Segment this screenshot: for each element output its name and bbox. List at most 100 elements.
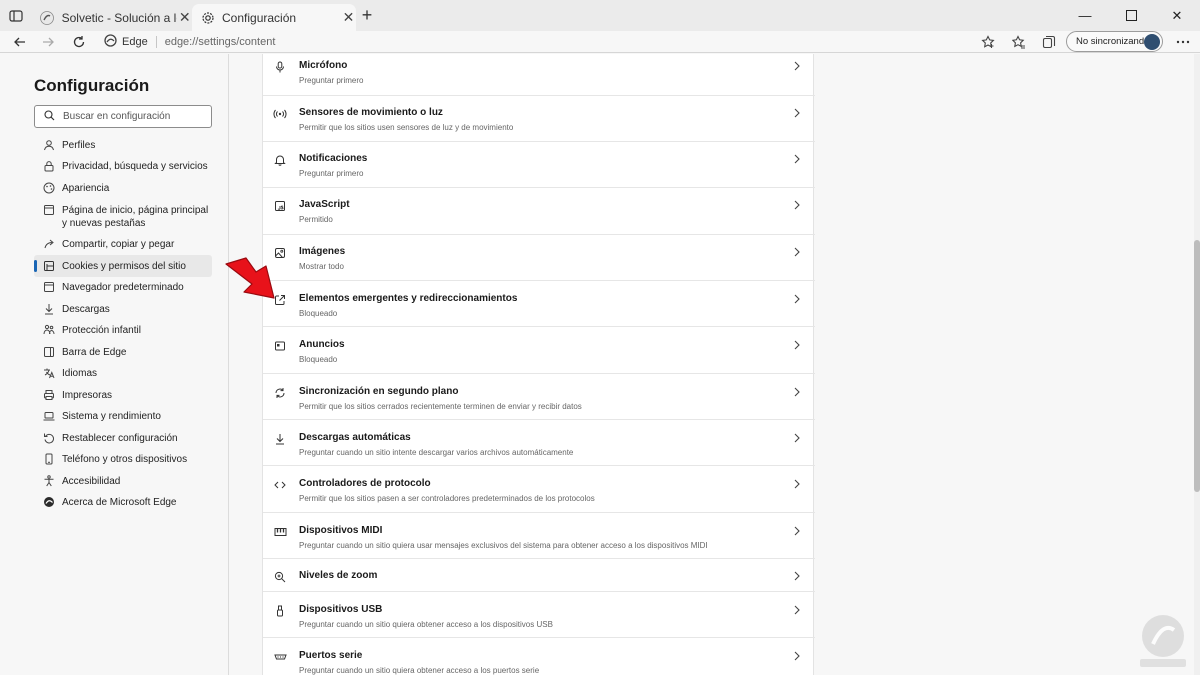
- tab-configuracion[interactable]: Configuración ✕: [192, 4, 356, 31]
- sidebar-item-proteccion-infantil[interactable]: Protección infantil: [34, 324, 212, 337]
- permission-status: Preguntar cuando un sitio quiera obtener…: [299, 666, 540, 675]
- permission-title: Notificaciones: [299, 153, 368, 164]
- sidebar-item-label: Privacidad, búsqueda y servicios: [62, 161, 208, 172]
- sidebar-item-perfiles[interactable]: Perfiles: [34, 139, 212, 152]
- sidebar-item-label: Accesibilidad: [62, 476, 121, 487]
- scrollbar-thumb[interactable]: [1194, 240, 1200, 492]
- chevron-right-icon: [791, 569, 803, 583]
- language-icon: [43, 367, 55, 379]
- sidebar-item-cookies[interactable]: Cookies y permisos del sitio: [34, 255, 212, 277]
- permission-row-sensores[interactable]: Sensores de movimiento o luz Permitir qu…: [263, 96, 815, 142]
- phone-icon: [43, 453, 55, 465]
- settings-content: Micrófono Preguntar primero Sensores de …: [230, 54, 1194, 675]
- collections-icon[interactable]: [1040, 33, 1058, 51]
- permission-row-descargas[interactable]: Descargas automáticas Preguntar cuando u…: [263, 420, 815, 466]
- permission-row-emergentes[interactable]: Elementos emergentes y redireccionamient…: [263, 281, 815, 327]
- search-box[interactable]: [34, 105, 212, 128]
- maximize-icon[interactable]: [1108, 0, 1154, 31]
- permission-row-sincronizacion[interactable]: Sincronización en segundo plano Permitir…: [263, 374, 815, 420]
- download-icon: [273, 432, 287, 446]
- sync-profile-button[interactable]: No sincronizando: [1066, 31, 1163, 52]
- permission-title: Puertos serie: [299, 650, 363, 661]
- permission-status: Preguntar primero: [299, 169, 364, 178]
- permission-status: Preguntar cuando un sitio intente descar…: [299, 448, 574, 457]
- permission-row-puertos-serie[interactable]: Puertos serie Preguntar cuando un sitio …: [263, 638, 815, 675]
- address-separator: [155, 36, 157, 48]
- family-icon: [43, 324, 55, 336]
- sidebar-item-privacidad[interactable]: Privacidad, búsqueda y servicios: [34, 160, 212, 173]
- permission-row-anuncios[interactable]: Anuncios Bloqueado: [263, 327, 815, 374]
- solvetic-watermark-logo: [1140, 615, 1186, 667]
- url-text[interactable]: edge://settings/content: [165, 36, 276, 48]
- permissions-list: Micrófono Preguntar primero Sensores de …: [262, 54, 815, 675]
- microphone-icon: [273, 60, 287, 74]
- tab-title: Solvetic - Solución a los problem: [61, 10, 178, 25]
- edge-logo-icon: [104, 34, 117, 50]
- permission-title: Micrófono: [299, 60, 348, 71]
- sidebar-item-label: Página de inicio, página principal y nue…: [62, 205, 209, 229]
- permission-row-notificaciones[interactable]: Notificaciones Preguntar primero: [263, 142, 815, 188]
- close-window-icon[interactable]: ✕: [1154, 0, 1200, 31]
- share-icon: [43, 238, 55, 250]
- settings-sidebar: Configuración Perfiles Privacidad, búsqu…: [0, 54, 229, 675]
- sidebar-item-sistema[interactable]: Sistema y rendimiento: [34, 410, 212, 423]
- close-tab-icon[interactable]: ✕: [177, 9, 192, 26]
- sidebar-item-telefono[interactable]: Teléfono y otros dispositivos: [34, 453, 212, 466]
- permission-row-microfono[interactable]: Micrófono Preguntar primero: [263, 49, 815, 96]
- permission-row-usb[interactable]: Dispositivos USB Preguntar cuando un sit…: [263, 592, 815, 638]
- permission-row-protocolo[interactable]: Controladores de protocolo Permitir que …: [263, 466, 815, 513]
- refresh-icon[interactable]: [69, 32, 89, 52]
- permission-row-javascript[interactable]: JavaScript Permitido: [263, 188, 815, 235]
- sidebar-item-acerca-edge[interactable]: Acerca de Microsoft Edge: [34, 496, 212, 509]
- permission-row-imagenes[interactable]: Imágenes Mostrar todo: [263, 235, 815, 281]
- chevron-right-icon: [791, 385, 803, 399]
- page-title: Configuración: [34, 76, 150, 95]
- permission-title: Elementos emergentes y redireccionamient…: [299, 293, 518, 304]
- minimize-icon[interactable]: —: [1062, 0, 1108, 31]
- sidebar-item-label: Sistema y rendimiento: [62, 411, 161, 422]
- tab-actions-icon[interactable]: [8, 8, 24, 24]
- chevron-right-icon: [791, 649, 803, 663]
- sidebar-item-accesibilidad[interactable]: Accesibilidad: [34, 475, 212, 488]
- sidebar-item-descargas[interactable]: Descargas: [34, 303, 212, 316]
- permission-title: Niveles de zoom: [299, 570, 378, 581]
- sidebar-item-label: Perfiles: [62, 140, 96, 151]
- page-scrollbar[interactable]: [1194, 54, 1200, 675]
- sidebar-item-label: Teléfono y otros dispositivos: [62, 454, 188, 465]
- sidebar-item-idiomas[interactable]: Idiomas: [34, 367, 212, 380]
- permission-title: Controladores de protocolo: [299, 478, 431, 489]
- permission-status: Permitir que los sitios cerrados recient…: [299, 402, 582, 411]
- default-browser-icon: [43, 281, 55, 293]
- appearance-icon: [43, 182, 55, 194]
- forward-icon[interactable]: [38, 32, 58, 52]
- tab-solvetic[interactable]: Solvetic - Solución a los problem ✕: [34, 4, 192, 31]
- sidebar-item-label: Descargas: [62, 304, 110, 315]
- permission-status: Permitir que los sitios pasen a ser cont…: [299, 494, 595, 503]
- search-input[interactable]: [63, 111, 203, 122]
- javascript-icon: [273, 199, 287, 213]
- permission-row-zoom[interactable]: Niveles de zoom: [263, 559, 815, 592]
- sidebar-item-label: Idiomas: [62, 368, 98, 379]
- protocol-icon: [273, 478, 287, 492]
- sidebar-item-pagina-inicio[interactable]: Página de inicio, página principal y nue…: [34, 204, 212, 230]
- sidebar-item-barra-edge[interactable]: Barra de Edge: [34, 346, 212, 359]
- sidebar-item-navegador-predeterminado[interactable]: Navegador predeterminado: [34, 281, 212, 294]
- more-options-icon[interactable]: [1174, 33, 1192, 51]
- address-bar[interactable]: Edge edge://settings/content: [104, 33, 275, 51]
- sidebar-item-compartir[interactable]: Compartir, copiar y pegar: [34, 238, 212, 251]
- back-icon[interactable]: [10, 32, 30, 52]
- permission-row-midi[interactable]: Dispositivos MIDI Preguntar cuando un si…: [263, 513, 815, 559]
- new-tab-icon[interactable]: +: [358, 6, 376, 25]
- sidebar-item-apariencia[interactable]: Apariencia: [34, 182, 212, 195]
- edge-bar-icon: [43, 346, 55, 358]
- site-permissions-icon: [43, 260, 55, 272]
- lock-icon: [43, 160, 55, 172]
- close-tab-icon[interactable]: ✕: [341, 9, 356, 26]
- sidebar-item-restablecer[interactable]: Restablecer configuración: [34, 432, 212, 445]
- sidebar-item-label: Protección infantil: [62, 325, 141, 336]
- favorites-icon[interactable]: [1010, 33, 1028, 51]
- sidebar-item-impresoras[interactable]: Impresoras: [34, 389, 212, 402]
- gear-icon: [200, 10, 215, 26]
- add-favorite-icon[interactable]: [979, 33, 997, 51]
- chevron-right-icon: [791, 524, 803, 538]
